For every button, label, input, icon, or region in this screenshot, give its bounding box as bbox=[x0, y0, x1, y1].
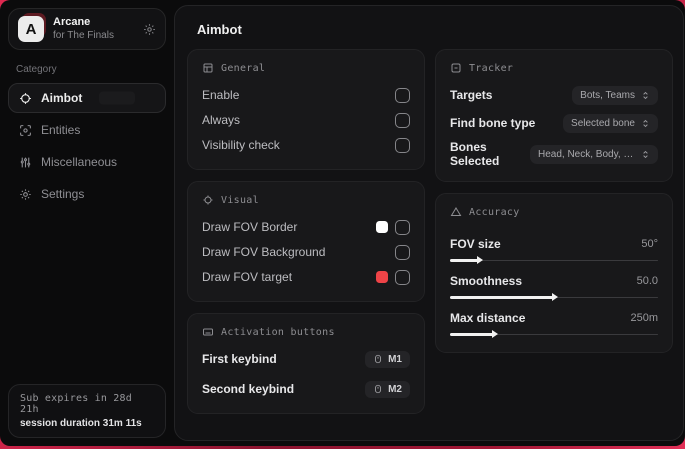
setting-row-fov-background: Draw FOV Background bbox=[202, 241, 410, 263]
logo-letter: A bbox=[18, 16, 44, 43]
mouse-icon bbox=[373, 354, 383, 364]
setting-row-smoothness: Smoothness 50.0 bbox=[450, 274, 658, 302]
gear-icon bbox=[19, 188, 32, 201]
select-value: Selected bone bbox=[571, 117, 635, 129]
fov-background-checkbox[interactable] bbox=[395, 244, 410, 260]
visual-card: Visual Draw FOV Border Draw FOV Backgrou… bbox=[187, 181, 425, 302]
app-logo: A bbox=[18, 13, 46, 43]
triangle-icon bbox=[450, 206, 462, 218]
sidebar-item-label: Miscellaneous bbox=[41, 155, 118, 170]
general-card: General Enable Always Visibility check bbox=[187, 49, 425, 170]
setting-row-bones-selected: Bones Selected Head, Neck, Body, Pe... bbox=[450, 140, 658, 168]
fov-target-checkbox[interactable] bbox=[395, 269, 410, 285]
chevrons-up-down-icon bbox=[641, 91, 650, 100]
setting-row-first-keybind: First keybind M1 bbox=[202, 348, 410, 370]
smoothness-slider[interactable] bbox=[450, 292, 658, 302]
setting-row-always: Always bbox=[202, 109, 410, 131]
sidebar-item-miscellaneous[interactable]: Miscellaneous bbox=[8, 147, 166, 177]
sub-expiry-text: Sub expires in 28d 21h bbox=[20, 393, 132, 415]
chevrons-up-down-icon bbox=[641, 150, 650, 159]
visibility-check-checkbox[interactable] bbox=[395, 137, 410, 153]
tracker-card: Tracker Targets Bots, Teams Find bone ty… bbox=[435, 49, 673, 182]
right-column: Tracker Targets Bots, Teams Find bone ty… bbox=[435, 49, 673, 353]
focus-icon bbox=[202, 194, 214, 206]
sidebar-item-label: Settings bbox=[41, 187, 85, 202]
targets-select[interactable]: Bots, Teams bbox=[572, 85, 658, 105]
card-title: Visual bbox=[221, 194, 259, 206]
slider-thumb[interactable] bbox=[491, 329, 498, 338]
fov-target-color-swatch[interactable] bbox=[376, 271, 388, 283]
select-value: Bots, Teams bbox=[580, 89, 635, 101]
smoothness-value: 50.0 bbox=[636, 275, 658, 287]
chevrons-up-down-icon bbox=[641, 119, 650, 128]
grid-icon bbox=[202, 62, 214, 74]
sidebar-item-aimbot[interactable]: Aimbot bbox=[8, 83, 166, 114]
setting-row-second-keybind: Second keybind M2 bbox=[202, 378, 410, 400]
setting-row-fov-size: FOV size 50° bbox=[450, 237, 658, 265]
subscription-card: Sub expires in 28d 21h session duration … bbox=[8, 384, 166, 438]
keybind-value: M2 bbox=[388, 383, 402, 395]
hotkey-badge bbox=[99, 91, 135, 105]
activation-card: Activation buttons First keybind M1 Seco… bbox=[187, 313, 425, 414]
main-panel: Aimbot General Enable Always Visibility … bbox=[174, 5, 684, 441]
page-title: Aimbot bbox=[197, 22, 242, 37]
bones-selected-select[interactable]: Head, Neck, Body, Pe... bbox=[530, 144, 658, 164]
setting-row-targets: Targets Bots, Teams bbox=[450, 84, 658, 106]
second-keybind-button[interactable]: M2 bbox=[365, 380, 410, 398]
sidebar-item-label: Aimbot bbox=[41, 91, 83, 106]
fov-size-slider[interactable] bbox=[450, 255, 658, 265]
sidebar: A Arcane for The Finals Category Aimbot … bbox=[0, 0, 174, 446]
setting-row-enable: Enable bbox=[202, 84, 410, 106]
setting-row-max-distance: Max distance 250m bbox=[450, 311, 658, 339]
sidebar-item-label: Entities bbox=[41, 123, 81, 138]
fov-border-color-swatch[interactable] bbox=[376, 221, 388, 233]
session-duration-text: session duration 31m 11s bbox=[20, 418, 142, 429]
app-name: Arcane bbox=[53, 16, 91, 28]
fov-size-value: 50° bbox=[641, 238, 658, 250]
max-distance-slider[interactable] bbox=[450, 329, 658, 339]
first-keybind-button[interactable]: M1 bbox=[365, 350, 410, 368]
brand-text: Arcane for The Finals bbox=[53, 16, 114, 42]
fov-border-checkbox[interactable] bbox=[395, 219, 410, 235]
slider-thumb[interactable] bbox=[552, 292, 558, 301]
setting-row-visibility-check: Visibility check bbox=[202, 134, 410, 156]
card-title: Activation buttons bbox=[221, 326, 335, 338]
sync-icon[interactable] bbox=[143, 23, 156, 36]
select-value: Head, Neck, Body, Pe... bbox=[538, 148, 635, 160]
setting-row-fov-target: Draw FOV target bbox=[202, 266, 410, 288]
always-checkbox[interactable] bbox=[395, 112, 410, 128]
sidebar-item-entities[interactable]: Entities bbox=[8, 115, 166, 145]
keybind-value: M1 bbox=[388, 353, 402, 365]
left-column: General Enable Always Visibility check V… bbox=[187, 49, 425, 414]
brand-card: A Arcane for The Finals bbox=[8, 8, 166, 51]
app-window: A Arcane for The Finals Category Aimbot … bbox=[0, 0, 685, 446]
card-title: Tracker bbox=[469, 62, 514, 74]
entities-scan-icon bbox=[19, 124, 32, 137]
find-bone-type-select[interactable]: Selected bone bbox=[563, 113, 658, 133]
crosshair-icon bbox=[19, 92, 32, 105]
app-subtitle: for The Finals bbox=[53, 29, 114, 41]
accuracy-card: Accuracy FOV size 50° Smoothness 50.0 Ma… bbox=[435, 193, 673, 353]
setting-row-fov-border: Draw FOV Border bbox=[202, 216, 410, 238]
setting-row-find-bone-type: Find bone type Selected bone bbox=[450, 112, 658, 134]
sliders-icon bbox=[19, 156, 32, 169]
enable-checkbox[interactable] bbox=[395, 87, 410, 103]
category-label: Category bbox=[16, 64, 57, 76]
sidebar-item-settings[interactable]: Settings bbox=[8, 179, 166, 209]
mouse-icon bbox=[373, 384, 383, 394]
max-distance-value: 250m bbox=[630, 312, 658, 324]
card-title: Accuracy bbox=[469, 206, 520, 218]
frame-minus-icon bbox=[450, 62, 462, 74]
keyboard-icon bbox=[202, 326, 214, 338]
sidebar-nav: Aimbot Entities Miscellaneous Settings bbox=[8, 83, 166, 209]
slider-thumb[interactable] bbox=[477, 255, 484, 264]
card-title: General bbox=[221, 62, 266, 74]
